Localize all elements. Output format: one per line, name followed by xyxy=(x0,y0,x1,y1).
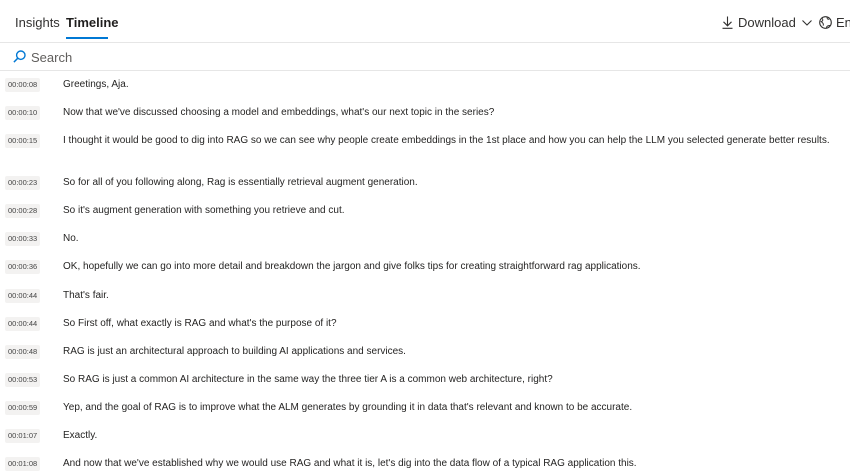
transcript-text: Yep, and the goal of RAG is to improve w… xyxy=(63,402,633,413)
timestamp-badge[interactable]: 00:00:59 xyxy=(5,401,41,415)
transcript-text: RAG is just an architectural approach to… xyxy=(63,346,406,357)
globe-icon xyxy=(819,16,832,29)
download-button[interactable]: Download xyxy=(722,15,817,30)
transcript-text: That's fair. xyxy=(63,290,109,301)
transcript-entry[interactable]: 00:00:36 OK, hopefully we can go into mor… xyxy=(0,259,850,277)
transcript-text: Now that we've discussed choosing a mode… xyxy=(63,107,495,118)
timestamp-badge[interactable]: 00:00:36 xyxy=(5,260,41,274)
timestamp-badge[interactable]: 00:00:15 xyxy=(5,134,41,148)
transcript-entry[interactable]: 00:00:44 So First off, what exactly is RA… xyxy=(0,316,850,334)
tab-bar: Insights Timeline Download English xyxy=(0,0,850,43)
language-selector[interactable]: English xyxy=(819,15,850,30)
timestamp-badge[interactable]: 00:00:48 xyxy=(5,345,41,359)
timestamp-badge[interactable]: 00:00:44 xyxy=(5,289,41,303)
transcript-entry[interactable]: 00:00:33 No. xyxy=(0,231,850,249)
search-icon xyxy=(13,50,26,63)
tab-insights[interactable]: Insights xyxy=(15,15,60,30)
transcript-entry[interactable]: 00:00:53 So RAG is just a common AI archi… xyxy=(0,372,850,390)
transcript-entry[interactable]: 00:01:08 And now that we've established w… xyxy=(0,456,850,474)
download-arrow-icon xyxy=(722,16,733,29)
transcript-entry[interactable]: 00:00:44 That's fair. xyxy=(0,288,850,306)
timestamp-badge[interactable]: 00:01:08 xyxy=(5,457,41,471)
search-box[interactable]: Search xyxy=(0,43,850,71)
transcript-text: Exactly. xyxy=(63,430,98,441)
transcript-entry[interactable]: 00:00:23 So for all of you following alon… xyxy=(0,175,850,193)
transcript-entry[interactable]: 00:01:07 Exactly. xyxy=(0,428,850,446)
transcript-text: Greetings, Aja. xyxy=(63,79,129,90)
transcript-entry[interactable]: 00:00:08 Greetings, Aja. xyxy=(0,77,850,95)
timestamp-badge[interactable]: 00:00:23 xyxy=(5,176,41,190)
transcript-text: OK, hopefully we can go into more detail… xyxy=(63,261,641,272)
timestamp-badge[interactable]: 00:00:08 xyxy=(5,78,41,92)
timestamp-badge[interactable]: 00:00:28 xyxy=(5,204,41,218)
timestamp-badge[interactable]: 00:00:33 xyxy=(5,232,41,246)
transcript-text: I thought it would be good to dig into R… xyxy=(63,135,830,146)
tab-timeline[interactable]: Timeline xyxy=(66,15,119,30)
transcript-entry[interactable]: 00:00:59 Yep, and the goal of RAG is to i… xyxy=(0,400,850,418)
transcript-text: So it's augment generation with somethin… xyxy=(63,205,345,216)
timestamp-badge[interactable]: 00:00:44 xyxy=(5,317,41,331)
active-tab-indicator xyxy=(66,37,108,39)
timestamp-badge[interactable]: 00:00:53 xyxy=(5,373,41,387)
transcript-text: So RAG is just a common AI architecture … xyxy=(63,374,553,385)
transcript-entry[interactable]: 00:00:28 So it's augment generation with … xyxy=(0,203,850,221)
timestamp-badge[interactable]: 00:00:10 xyxy=(5,106,41,120)
transcript-text: No. xyxy=(63,233,79,244)
transcript-text: So for all of you following along, Rag i… xyxy=(63,177,418,188)
timestamp-badge[interactable]: 00:01:07 xyxy=(5,429,41,443)
transcript-entry[interactable]: 00:00:10 Now that we've discussed choosin… xyxy=(0,105,850,123)
transcript-entry[interactable]: 00:00:48 RAG is just an architectural app… xyxy=(0,344,850,362)
chevron-down-icon xyxy=(801,19,812,26)
transcript-text: And now that we've established why we wo… xyxy=(63,458,637,469)
language-label: English xyxy=(836,15,850,30)
transcript-entry[interactable]: 00:00:15 I thought it would be good to di… xyxy=(0,133,850,151)
transcript-text: So First off, what exactly is RAG and wh… xyxy=(63,318,337,329)
download-label: Download xyxy=(738,15,796,30)
search-input[interactable]: Search xyxy=(31,50,72,65)
